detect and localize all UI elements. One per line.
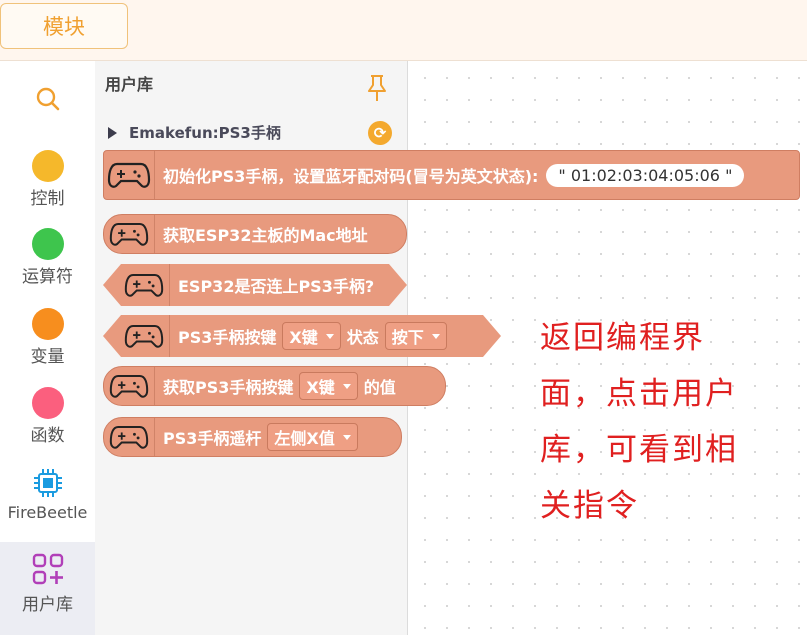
- dropdown-value: 左侧X值: [274, 429, 335, 448]
- top-bar: 模块: [0, 0, 807, 61]
- chip-icon: [33, 469, 62, 497]
- block-label: PS3手柄按键: [178, 328, 277, 347]
- category-label: FireBeetle: [7, 503, 88, 522]
- block-get-mac[interactable]: 获取ESP32主板的Mac地址: [103, 214, 407, 254]
- extension-row[interactable]: Emakefun:PS3手柄: [108, 122, 281, 143]
- category-label: 变量: [30, 347, 65, 367]
- block-label: 获取ESP32主板的Mac地址: [163, 226, 368, 245]
- category-label: 控制: [30, 189, 65, 209]
- pin-icon[interactable]: [366, 74, 388, 102]
- dropdown-value: 按下: [391, 328, 424, 347]
- axis-dropdown[interactable]: 左侧X值: [267, 423, 358, 451]
- gamepad-icon: [119, 315, 170, 357]
- block-label: 获取PS3手柄按键: [163, 378, 294, 397]
- category-search[interactable]: [0, 86, 95, 117]
- block-label: 的值: [363, 378, 396, 397]
- refresh-icon[interactable]: ⟳: [368, 121, 392, 145]
- modules-tab[interactable]: 模块: [0, 3, 128, 49]
- button-dropdown[interactable]: X键: [282, 322, 340, 350]
- caret-down-icon: [342, 434, 351, 440]
- control-dot-icon: [31, 150, 64, 182]
- caret-down-icon: [342, 383, 351, 389]
- gamepad-icon: [119, 264, 170, 306]
- caret-down-icon: [432, 334, 440, 339]
- gamepad-icon: [104, 367, 155, 405]
- dropdown-value: X键: [289, 328, 318, 347]
- category-label: 用户库: [22, 595, 73, 615]
- category-operators[interactable]: 运算符: [0, 228, 95, 287]
- caret-down-icon: [326, 334, 334, 339]
- category-variables[interactable]: 变量: [0, 308, 95, 367]
- block-label: 初始化PS3手柄，设置蓝牙配对码(冒号为英文状态):: [163, 167, 539, 186]
- category-control[interactable]: 控制: [0, 150, 95, 209]
- gamepad-icon: [104, 215, 155, 253]
- block-label: ESP32是否连上PS3手柄?: [178, 277, 375, 296]
- functions-dot-icon: [31, 387, 64, 419]
- category-sidebar: 控制 运算符 变量 函数 FireBeetle 用户库: [0, 61, 95, 635]
- category-user-library[interactable]: 用户库: [0, 542, 95, 635]
- category-label: 函数: [30, 426, 65, 446]
- instruction-annotation: 返回编程界面，点击用户库，可看到相关指令: [540, 320, 738, 524]
- block-init-ps3[interactable]: 初始化PS3手柄，设置蓝牙配对码(冒号为英文状态): " 01:02:03:04…: [103, 150, 800, 200]
- category-functions[interactable]: 函数: [0, 387, 95, 446]
- button-dropdown[interactable]: X键: [299, 372, 358, 400]
- dropdown-value: X键: [306, 378, 335, 397]
- category-firebeetle[interactable]: FireBeetle: [0, 467, 95, 522]
- gamepad-icon: [104, 418, 155, 456]
- user-library-icon: [32, 553, 63, 585]
- variables-dot-icon: [31, 308, 64, 340]
- gamepad-icon: [104, 151, 155, 199]
- block-label: 状态: [346, 328, 379, 347]
- pairing-code-input[interactable]: " 01:02:03:04:05:06 ": [546, 163, 745, 187]
- collapse-triangle-icon[interactable]: [108, 126, 117, 139]
- block-joystick[interactable]: PS3手柄遥杆 左侧X值: [103, 417, 402, 457]
- flyout-title: 用户库: [105, 75, 154, 94]
- category-label: 运算符: [22, 267, 73, 287]
- block-button-state[interactable]: PS3手柄按键 X键 状态 按下: [103, 315, 501, 357]
- state-dropdown[interactable]: 按下: [385, 322, 447, 350]
- block-is-connected[interactable]: ESP32是否连上PS3手柄?: [103, 264, 407, 306]
- block-label: PS3手柄遥杆: [163, 429, 262, 448]
- extension-name: Emakefun:PS3手柄: [129, 124, 281, 142]
- block-button-value[interactable]: 获取PS3手柄按键 X键 的值: [103, 366, 446, 406]
- search-icon[interactable]: [35, 86, 61, 112]
- operators-dot-icon: [31, 228, 64, 260]
